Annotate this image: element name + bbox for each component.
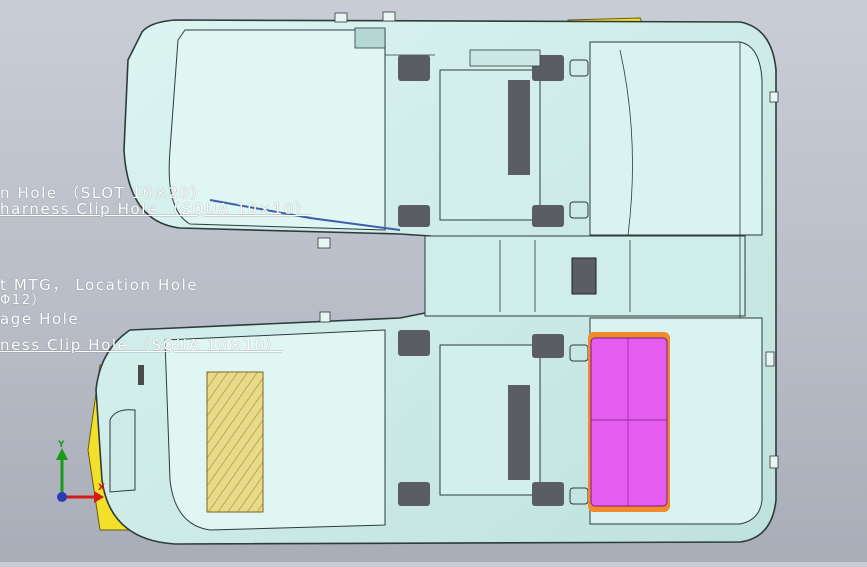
annotation-drainage-hole: age Hole: [0, 310, 80, 328]
annotation-harness-clip-upper[interactable]: harness Clip Hole （SQUA 10×10）: [0, 198, 312, 219]
hatched-insulation: [206, 371, 264, 513]
tunnel-recess: [571, 257, 597, 295]
slot-upper-long: [508, 80, 530, 175]
recess-upper-4: [532, 205, 564, 227]
recess-lower-2: [532, 334, 564, 358]
triad-y-label: Y: [58, 440, 65, 450]
recess-upper-3: [398, 205, 430, 227]
slot-lower-long: [508, 385, 530, 480]
recess-upper-1: [398, 55, 430, 81]
recess-lower-1: [398, 330, 430, 356]
front-floor-lower: [164, 329, 386, 531]
recess-lower-4: [532, 482, 564, 506]
magenta-component: [590, 337, 668, 507]
annotation-harness-clip-lower[interactable]: ness Clip Hole （SQUA 10×10）: [0, 334, 282, 355]
recess-lower-3: [398, 482, 430, 506]
triad-x-label: X: [98, 483, 105, 493]
rear-floor-upper: [589, 41, 763, 236]
annotation-dia-12: Φ12）: [0, 293, 47, 308]
